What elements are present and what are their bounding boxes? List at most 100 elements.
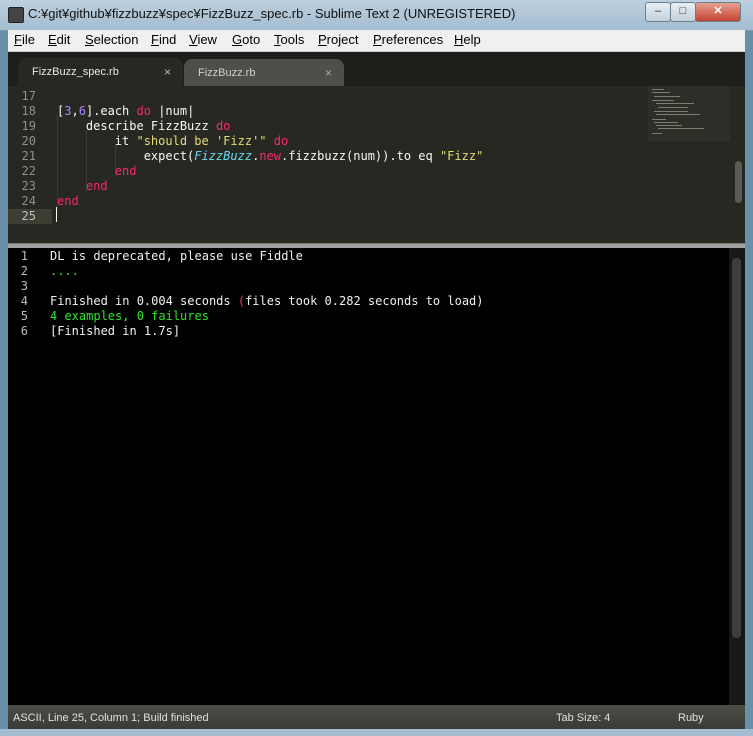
menu-file[interactable]: File	[14, 32, 35, 47]
status-text: ASCII, Line 25, Column 1; Build finished	[13, 712, 209, 724]
code-token: FizzBuzz	[194, 149, 253, 163]
code-line[interactable]: 20 it "should be 'Fizz'" do	[8, 134, 648, 149]
minimize-button[interactable]: –	[645, 2, 671, 22]
code-text: describe FizzBuzz do	[57, 119, 231, 134]
code-text: [3,6].each do |num|	[57, 104, 194, 119]
menu-bar: File Edit Selection Find View Goto Tools…	[8, 30, 745, 52]
menu-goto[interactable]: Goto	[232, 32, 260, 47]
code-token: do	[136, 104, 151, 118]
code-token: ].each	[85, 104, 137, 118]
output-text: DL is deprecated, please use Fiddle	[50, 249, 303, 264]
close-button[interactable]: ✕	[695, 2, 741, 22]
tab-fizzbuzz[interactable]: FizzBuzz.rb ×	[184, 59, 344, 86]
sublime-app-icon	[8, 7, 24, 23]
menu-view[interactable]: View	[189, 32, 217, 47]
tab-fizzbuzz-spec[interactable]: FizzBuzz_spec.rb ×	[18, 58, 183, 86]
text-cursor	[56, 207, 57, 222]
output-token: (	[237, 294, 246, 308]
line-number: 3	[20, 279, 28, 293]
output-scrollbar-thumb[interactable]	[732, 258, 741, 638]
output-text: [Finished in 1.7s]	[50, 324, 180, 339]
menu-project[interactable]: Project	[318, 32, 358, 47]
line-number: 25	[21, 209, 36, 223]
code-token: end	[57, 194, 79, 208]
code-line[interactable]: 17	[8, 89, 648, 104]
line-number: 5	[20, 309, 28, 323]
window-frame	[0, 729, 753, 736]
code-token: it	[114, 134, 137, 148]
code-token: 6	[78, 104, 86, 118]
indent-guide	[86, 131, 87, 191]
menu-edit[interactable]: Edit	[48, 32, 70, 47]
code-token: end	[114, 164, 137, 178]
line-number: 20	[21, 134, 36, 148]
code-text: end	[57, 164, 137, 179]
code-token: |num|	[150, 104, 195, 118]
code-token: new	[259, 149, 281, 163]
maximize-button[interactable]: □	[670, 2, 696, 22]
output-text: ....	[50, 264, 79, 279]
status-bar: ASCII, Line 25, Column 1; Build finished…	[8, 705, 745, 729]
output-token: 4 examples, 0 failures	[50, 309, 209, 323]
line-number: 2	[20, 264, 28, 278]
syntax-indicator[interactable]: Ruby	[678, 712, 704, 724]
line-number: 22	[21, 164, 36, 178]
line-number: 6	[20, 324, 28, 338]
line-number: 24	[21, 194, 36, 208]
tab-close-icon[interactable]: ×	[164, 65, 171, 79]
code-editor[interactable]: 17 18 [3,6].each do |num| 19 describe FizzB…	[8, 86, 745, 243]
menu-preferences[interactable]: Preferences	[373, 32, 443, 47]
code-line[interactable]: 25	[8, 209, 52, 224]
code-line[interactable]: 19 describe FizzBuzz do	[8, 119, 648, 134]
code-token: expect(	[143, 149, 195, 163]
indent-guide	[57, 116, 58, 206]
code-token: do	[273, 134, 289, 148]
output-token: files took 0.282 seconds to load)	[245, 294, 484, 308]
code-text: it "should be 'Fizz'" do	[57, 134, 288, 149]
output-token: Finished in 0.004 seconds	[50, 294, 238, 308]
menu-selection[interactable]: Selection	[85, 32, 138, 47]
code-token: "should be 'Fizz'"	[136, 134, 267, 148]
editor-scrollbar[interactable]	[732, 86, 745, 243]
code-line[interactable]: 23 end	[8, 179, 648, 194]
menu-tools[interactable]: Tools	[274, 32, 304, 47]
output-token: ....	[50, 264, 79, 278]
code-line[interactable]: 21 expect(FizzBuzz.new.fizzbuzz(num)).to…	[8, 149, 648, 164]
tab-close-icon[interactable]: ×	[325, 66, 332, 80]
tab-label: FizzBuzz.rb	[198, 67, 256, 79]
build-output-panel: 1 DL is deprecated, please use Fiddle 2...…	[8, 248, 745, 705]
window-title: C:¥git¥github¥fizzbuzz¥spec¥FizzBuzz_spe…	[28, 6, 516, 21]
code-text: expect(FizzBuzz.new.fizzbuzz(num)).to eq…	[57, 149, 484, 164]
line-number: 4	[20, 294, 28, 308]
menu-find[interactable]: Find	[151, 32, 176, 47]
line-number: 1	[20, 249, 28, 263]
line-number: 19	[21, 119, 36, 133]
code-token: end	[85, 179, 108, 193]
editor-scrollbar-thumb[interactable]	[735, 161, 742, 203]
output-token: [Finished in 1.7s]	[50, 324, 181, 338]
code-text: end	[57, 179, 108, 194]
output-scrollbar[interactable]	[729, 248, 745, 705]
code-token: do	[215, 119, 231, 133]
code-token: describe FizzBuzz	[85, 119, 216, 133]
code-token: .fizzbuzz(num)).to eq	[281, 149, 440, 163]
line-number: 23	[21, 179, 36, 193]
minimap[interactable]	[648, 86, 730, 141]
code-line[interactable]: 18 [3,6].each do |num|	[8, 104, 648, 119]
line-number: 18	[21, 104, 36, 118]
code-line[interactable]: 24 end	[8, 194, 648, 209]
menu-help[interactable]: Help	[454, 32, 481, 47]
code-token: ,	[71, 104, 79, 118]
output-token: DL is deprecated, please use Fiddle	[50, 249, 303, 263]
tab-bar: FizzBuzz_spec.rb × FizzBuzz.rb ×	[8, 52, 745, 86]
indent-guide	[115, 146, 116, 176]
title-bar: C:¥git¥github¥fizzbuzz¥spec¥FizzBuzz_spe…	[0, 0, 753, 31]
line-number: 21	[21, 149, 36, 163]
output-text: Finished in 0.004 seconds (files took 0.…	[50, 294, 484, 309]
line-number: 17	[21, 89, 36, 103]
code-line[interactable]: 22 end	[8, 164, 648, 179]
code-token: "Fizz"	[439, 149, 484, 163]
tab-size-indicator[interactable]: Tab Size: 4	[556, 712, 610, 724]
tab-label: FizzBuzz_spec.rb	[32, 66, 119, 78]
